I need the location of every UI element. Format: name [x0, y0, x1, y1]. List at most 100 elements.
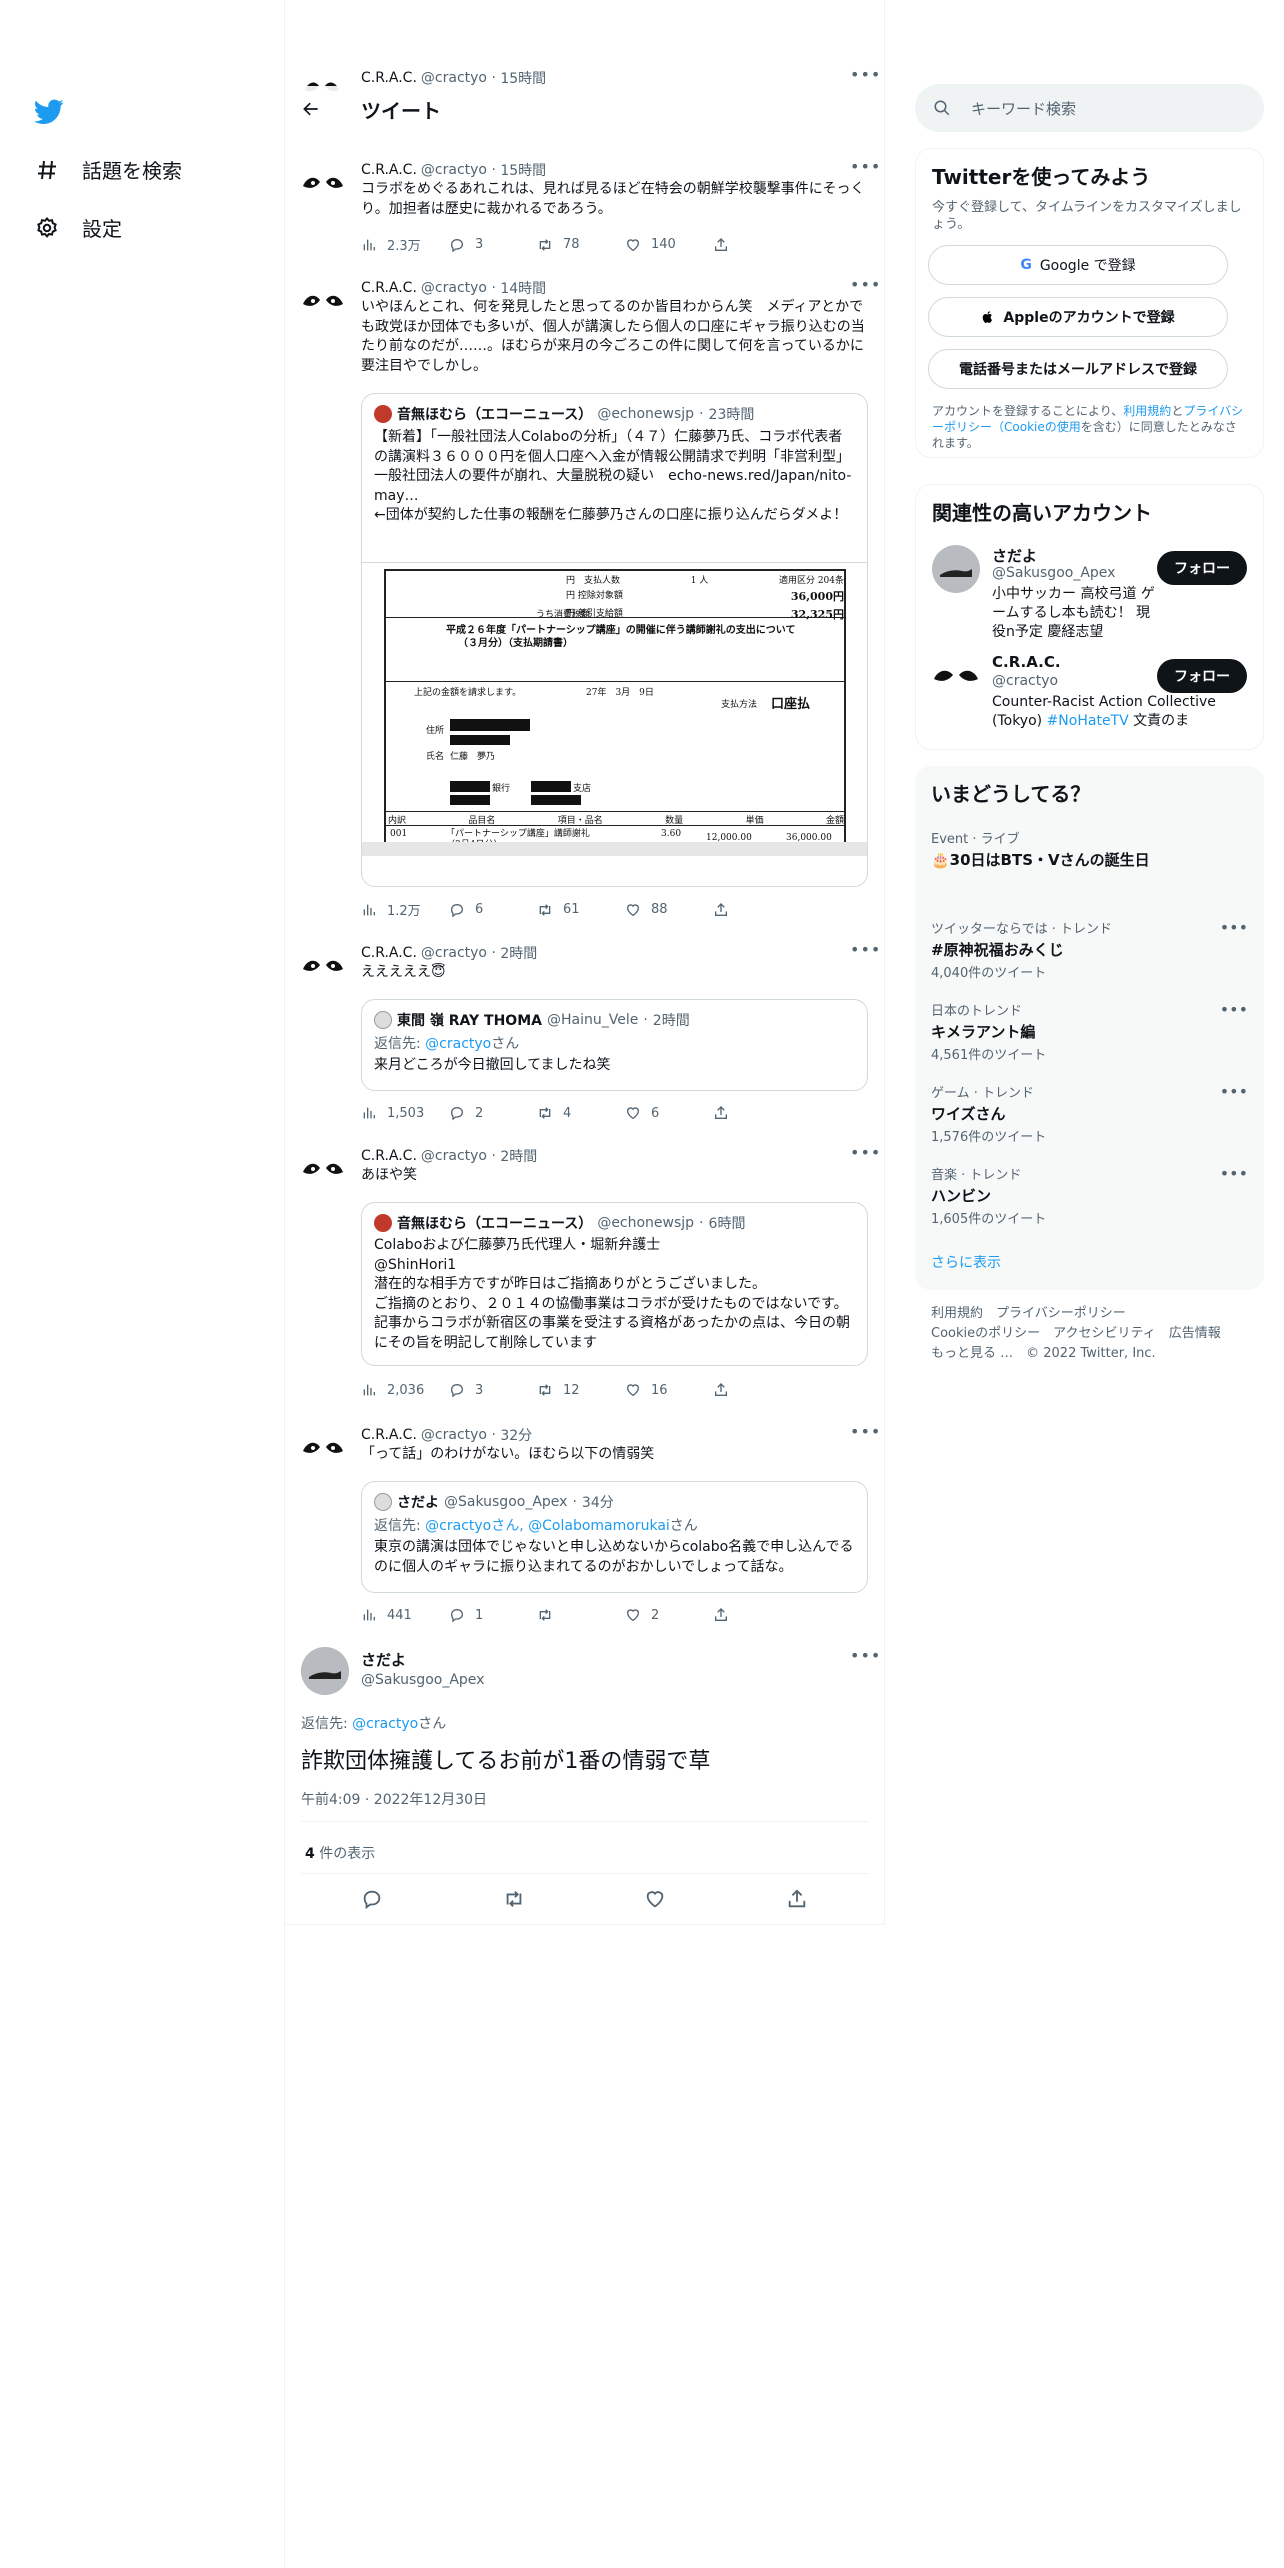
tweet[interactable]: C.R.A.C. @cractyo · 32分 「って話」のわけがない。ほむら以下… — [285, 1424, 884, 1630]
tweet-time[interactable]: 14時間 — [500, 278, 546, 298]
twitter-logo-icon[interactable] — [33, 96, 64, 126]
avatar[interactable] — [301, 1647, 349, 1695]
more-icon[interactable]: ••• — [850, 277, 880, 298]
share-button[interactable] — [713, 1105, 801, 1121]
share-button[interactable] — [713, 1607, 801, 1623]
reply-to-link[interactable]: @cractyo — [425, 1036, 491, 1052]
google-signup-button[interactable]: G Google で登録 — [928, 245, 1228, 285]
reply-button[interactable]: 3 — [449, 1382, 537, 1398]
account-name[interactable]: C.R.A.C. — [992, 653, 1061, 671]
more-icon[interactable]: ••• — [850, 1648, 880, 1669]
retweet-button[interactable]: 61 — [537, 900, 625, 919]
author-handle[interactable]: @cractyo — [421, 162, 487, 178]
views-button[interactable]: 2,036 — [361, 1382, 449, 1398]
like-button[interactable]: 88 — [625, 900, 713, 919]
author-handle[interactable]: @cractyo — [421, 1148, 487, 1164]
share-button[interactable] — [713, 1382, 801, 1398]
avatar[interactable] — [301, 947, 345, 991]
share-icon[interactable] — [786, 1888, 808, 1910]
retweet-button[interactable]: 4 — [537, 1105, 625, 1121]
trend-item[interactable]: 日本のトレンド キメラアント編 4,561件のツイート ••• — [931, 1000, 1248, 1063]
tweet-time[interactable]: 15時間 — [500, 160, 546, 180]
author-name[interactable]: C.R.A.C. — [361, 162, 417, 178]
more-icon[interactable]: ••• — [850, 159, 880, 180]
tweet-timestamp[interactable]: 午前4:09 · 2022年12月30日 — [301, 1789, 487, 1809]
like-button[interactable]: 2 — [625, 1607, 713, 1623]
more-icon[interactable]: ••• — [1220, 1164, 1248, 1183]
tweet[interactable]: C.R.A.C. @cractyo · 2時間 えええええ😇 ••• 東間 嶺 R… — [285, 942, 884, 1133]
account-handle[interactable]: @cractyo — [992, 673, 1058, 689]
apple-signup-button[interactable]: Appleのアカウントで登録 — [928, 297, 1228, 337]
views-button[interactable]: 1,503 — [361, 1105, 449, 1121]
quoted-tweet[interactable]: 音無ほむら（エコーニュース） @echonewsjp · 23時間 【新着】「一般社… — [361, 393, 868, 887]
reply-button[interactable]: 3 — [449, 235, 537, 254]
more-icon[interactable]: ••• — [1220, 1000, 1248, 1019]
author-handle[interactable]: @cractyo — [421, 945, 487, 961]
account-item[interactable]: さだよ @Sakusgoo_Apex 小中サッカー 高校弓道 ゲームするし本も読… — [916, 545, 1263, 645]
more-icon[interactable]: ••• — [1220, 1082, 1248, 1101]
author-name[interactable]: C.R.A.C. — [361, 1148, 417, 1164]
footer-links[interactable]: Cookieのポリシー アクセシビリティ 広告情報 — [931, 1324, 1221, 1344]
tweet-time[interactable]: 2時間 — [500, 1146, 537, 1166]
reply-to-link[interactable]: @cractyoさん, @Colabomamorukai — [425, 1518, 670, 1534]
reply-to-link[interactable]: @cractyo — [352, 1716, 418, 1732]
quote-count[interactable]: 4 件の表示 — [305, 1843, 375, 1863]
heart-icon[interactable] — [644, 1888, 666, 1910]
footer-links[interactable]: もっと見る … © 2022 Twitter, Inc. — [931, 1344, 1221, 1364]
retweet-button[interactable]: 12 — [537, 1382, 625, 1398]
author-handle[interactable]: @cractyo — [421, 280, 487, 296]
more-icon[interactable]: ••• — [1220, 918, 1248, 937]
nav-settings[interactable]: 設定 — [34, 213, 122, 242]
quoted-tweet[interactable]: 音無ほむら（エコーニュース） @echonewsjp · 6時間 Colaboおよび… — [361, 1202, 868, 1366]
trend-item[interactable]: ツイッターならでは · トレンド #原神祝福おみくじ 4,040件のツイート •… — [931, 918, 1248, 981]
author-name[interactable]: C.R.A.C. — [361, 1427, 417, 1443]
avatar[interactable] — [301, 164, 345, 208]
retweet-icon[interactable] — [503, 1888, 525, 1910]
tweet-time[interactable]: 2時間 — [500, 943, 537, 963]
views-button[interactable]: 1.2万 — [361, 900, 449, 919]
author-name[interactable]: さだよ — [361, 1649, 484, 1670]
account-handle[interactable]: @Sakusgoo_Apex — [992, 565, 1115, 581]
search-input[interactable]: キーワード検索 — [915, 84, 1264, 132]
more-icon[interactable]: ••• — [850, 1145, 880, 1166]
share-button[interactable] — [713, 900, 801, 919]
retweet-button[interactable]: 78 — [537, 235, 625, 254]
follow-button[interactable]: フォロー — [1157, 551, 1247, 585]
phone-signup-button[interactable]: 電話番号またはメールアドレスで登録 — [928, 349, 1228, 389]
reply-button[interactable]: 1 — [449, 1607, 537, 1623]
hashtag-link[interactable]: #NoHateTV — [1047, 713, 1129, 729]
footer-links[interactable]: 利用規約 プライバシーポリシー — [931, 1304, 1221, 1324]
attached-image[interactable]: 円 支払人数 1 人適用区分 204条 円 控除対象額 36,000円 円 差引支給… — [362, 562, 867, 856]
author-handle[interactable]: @cractyo — [421, 1427, 487, 1443]
account-item[interactable]: C.R.A.C. @cractyo Counter-Racist Action … — [916, 653, 1263, 743]
tweet[interactable]: C.R.A.C. @cractyo · 15時間 コラボをめぐるあれこれは、見れば… — [285, 159, 884, 270]
show-more-link[interactable]: さらに表示 — [931, 1252, 1001, 1272]
trend-event[interactable]: Event · ライブ 🎂30日はBTS・Vさんの誕生日 — [931, 828, 1248, 870]
views-button[interactable]: 441 — [361, 1607, 449, 1623]
trend-item[interactable]: 音楽 · トレンド ハンビン 1,605件のツイート ••• — [931, 1164, 1248, 1227]
like-button[interactable]: 16 — [625, 1382, 713, 1398]
tweet[interactable]: C.R.A.C. @cractyo · 14時間 いやほんとこれ、何を発見したと思… — [285, 277, 884, 938]
avatar[interactable] — [301, 282, 345, 326]
views-button[interactable]: 2.3万 — [361, 235, 449, 254]
quoted-tweet[interactable]: さだよ @Sakusgoo_Apex · 34分 返信先: @cractyoさん, … — [361, 1481, 868, 1593]
quoted-tweet[interactable]: 東間 嶺 RAY THOMA @Hainu_Vele · 2時間 返信先: @cra… — [361, 999, 868, 1091]
author-name[interactable]: C.R.A.C. — [361, 945, 417, 961]
share-button[interactable] — [713, 235, 801, 254]
author-handle[interactable]: @Sakusgoo_Apex — [361, 1672, 484, 1688]
tweet-time[interactable]: 15時間 — [500, 68, 546, 88]
trend-item[interactable]: ゲーム · トレンド ワイズさん 1,576件のツイート ••• — [931, 1082, 1248, 1145]
account-name[interactable]: さだよ — [992, 545, 1037, 566]
more-icon[interactable]: ••• — [850, 942, 880, 963]
avatar[interactable] — [301, 1150, 345, 1194]
retweet-button[interactable] — [537, 1607, 625, 1623]
reply-button[interactable]: 2 — [449, 1105, 537, 1121]
tweet-time[interactable]: 32分 — [500, 1425, 532, 1445]
terms-link[interactable]: 利用規約 — [1123, 404, 1171, 418]
like-button[interactable]: 140 — [625, 235, 713, 254]
tweet[interactable]: C.R.A.C. @cractyo · 2時間 あほや笑 ••• 音無ほむら（エコ… — [285, 1145, 884, 1406]
avatar[interactable] — [932, 655, 980, 703]
author-name[interactable]: C.R.A.C. — [361, 70, 417, 86]
avatar[interactable] — [301, 1429, 345, 1473]
reply-icon[interactable] — [361, 1888, 383, 1910]
